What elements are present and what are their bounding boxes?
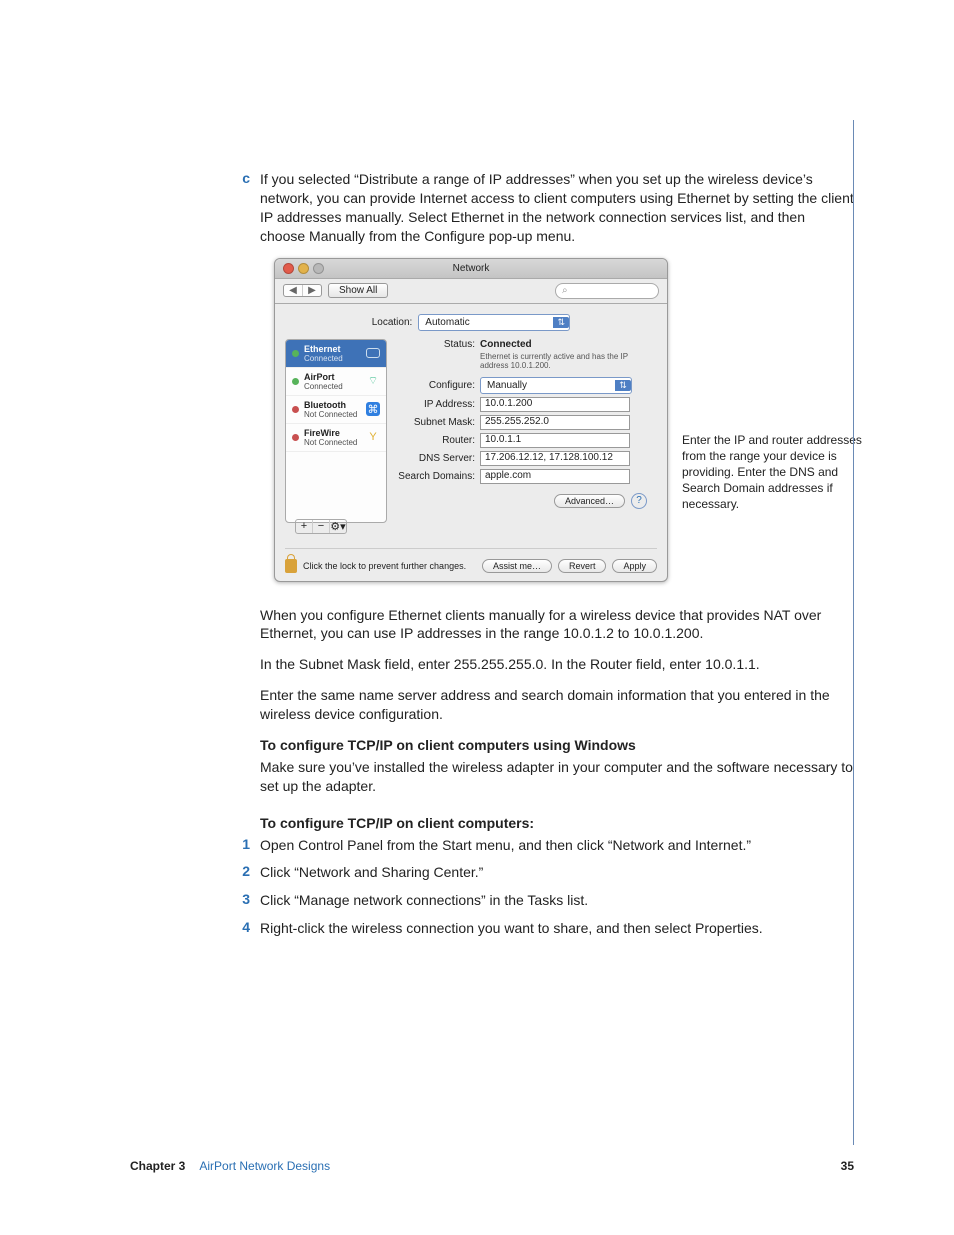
step-number: 2: [236, 863, 250, 882]
location-popup[interactable]: Automatic ⇅: [418, 314, 570, 331]
status-dot-icon: [292, 434, 299, 441]
bluetooth-icon: ⌘: [366, 402, 380, 416]
numbered-steps: 1 Open Control Panel from the Start menu,…: [236, 836, 854, 939]
step-text: Click “Network and Sharing Center.”: [260, 863, 483, 882]
service-bluetooth[interactable]: BluetoothNot Connected ⌘: [286, 396, 386, 424]
status-label: Status:: [397, 339, 475, 350]
window-titlebar: Network: [275, 259, 667, 279]
search-domains-field[interactable]: apple.com: [480, 469, 630, 484]
router-label: Router:: [397, 435, 475, 446]
side-rule: [853, 120, 854, 1145]
search-icon: ⌕: [562, 285, 568, 296]
service-airport[interactable]: AirPortConnected ⌔: [286, 368, 386, 396]
paragraph: In the Subnet Mask field, enter 255.255.…: [260, 655, 854, 674]
step-text: Right-click the wireless connection you …: [260, 919, 763, 938]
service-firewire[interactable]: FireWireNot Connected Y: [286, 424, 386, 452]
show-all-button[interactable]: Show All: [328, 283, 388, 298]
chevron-down-icon: ⇅: [553, 317, 569, 328]
ip-label: IP Address:: [397, 399, 475, 410]
forward-icon[interactable]: ▶: [303, 285, 321, 296]
subnet-mask-field[interactable]: 255.255.252.0: [480, 415, 630, 430]
window-toolbar: ◀ ▶ Show All ⌕: [275, 279, 667, 304]
help-button[interactable]: ?: [631, 493, 647, 509]
service-name: AirPort: [304, 372, 361, 382]
back-icon[interactable]: ◀: [284, 285, 303, 296]
router-field[interactable]: 10.0.1.1: [480, 433, 630, 448]
step-letter: c: [236, 170, 250, 186]
callout-text: Enter the IP and router addresses from t…: [682, 432, 872, 582]
advanced-button[interactable]: Advanced…: [554, 494, 625, 508]
search-domains-label: Search Domains:: [397, 471, 475, 482]
network-preferences-window: Network ◀ ▶ Show All ⌕ Location: Automat…: [274, 258, 668, 582]
remove-service-button[interactable]: −: [313, 520, 330, 533]
subheading: To configure TCP/IP on client computers …: [260, 736, 854, 755]
chapter-label: Chapter 3: [130, 1159, 185, 1173]
lock-icon[interactable]: [285, 559, 297, 573]
lock-text: Click the lock to prevent further change…: [303, 561, 466, 571]
search-input[interactable]: ⌕: [555, 283, 659, 299]
service-status: Connected: [304, 382, 361, 391]
separator: [285, 548, 657, 549]
service-name: FireWire: [304, 428, 361, 438]
paragraph: Enter the same name server address and s…: [260, 686, 854, 724]
gear-menu-button[interactable]: ⚙▾: [330, 520, 346, 533]
page-number: 35: [841, 1159, 854, 1173]
step-number: 3: [236, 891, 250, 910]
dns-label: DNS Server:: [397, 453, 475, 464]
subheading: To configure TCP/IP on client computers:: [260, 814, 854, 833]
step-text: Click “Manage network connections” in th…: [260, 891, 588, 910]
revert-button[interactable]: Revert: [558, 559, 607, 573]
configure-value: Manually: [481, 380, 533, 391]
ethernet-icon: [366, 348, 380, 358]
window-title: Network: [275, 263, 667, 274]
chapter-title: AirPort Network Designs: [199, 1159, 330, 1173]
service-status: Not Connected: [304, 410, 361, 419]
step-text: Open Control Panel from the Start menu, …: [260, 836, 751, 855]
step-number: 1: [236, 836, 250, 855]
paragraph: Make sure you’ve installed the wireless …: [260, 758, 854, 796]
wifi-icon: ⌔: [366, 374, 380, 388]
status-dot-icon: [292, 350, 299, 357]
nav-back-forward[interactable]: ◀ ▶: [283, 284, 322, 297]
configure-label: Configure:: [397, 380, 475, 391]
paragraph: When you configure Ethernet clients manu…: [260, 606, 854, 644]
subnet-label: Subnet Mask:: [397, 417, 475, 428]
add-service-button[interactable]: +: [296, 520, 313, 533]
service-name: Bluetooth: [304, 400, 361, 410]
service-list-controls[interactable]: + − ⚙▾: [295, 519, 347, 534]
service-ethernet[interactable]: EthernetConnected: [286, 340, 386, 368]
location-label: Location:: [372, 317, 413, 328]
status-dot-icon: [292, 378, 299, 385]
service-detail: Status: Connected Ethernet is currently …: [397, 339, 657, 534]
service-status: Not Connected: [304, 438, 361, 447]
service-status: Connected: [304, 354, 361, 363]
apply-button[interactable]: Apply: [612, 559, 657, 573]
status-dot-icon: [292, 406, 299, 413]
status-value: Connected: [480, 339, 657, 350]
step-text: If you selected “Distribute a range of I…: [260, 170, 854, 246]
step-number: 4: [236, 919, 250, 938]
service-name: Ethernet: [304, 344, 361, 354]
dns-server-field[interactable]: 17.206.12.12, 17.128.100.12: [480, 451, 630, 466]
service-list[interactable]: EthernetConnected AirPortConnected ⌔ Blu…: [285, 339, 387, 523]
status-note: Ethernet is currently active and has the…: [397, 352, 657, 371]
chevron-down-icon: ⇅: [615, 380, 631, 391]
firewire-icon: Y: [366, 430, 380, 444]
ip-address-field[interactable]: 10.0.1.200: [480, 397, 630, 412]
location-value: Automatic: [419, 317, 475, 328]
configure-popup[interactable]: Manually ⇅: [480, 377, 632, 394]
assist-me-button[interactable]: Assist me…: [482, 559, 552, 573]
page-footer: Chapter 3 AirPort Network Designs 35: [130, 1159, 854, 1173]
